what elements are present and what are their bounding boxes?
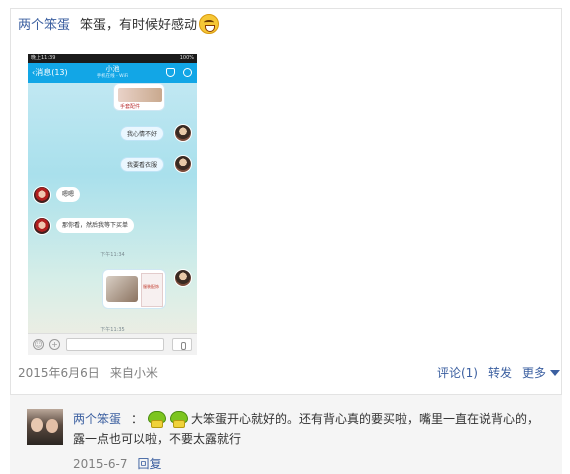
post-header: 两个笨蛋 笨蛋，有时候好感动 bbox=[18, 14, 220, 36]
phone-status-bar: 晚上11:39 100% bbox=[28, 54, 197, 63]
post-actions: 评论(1) 转发 更多 bbox=[427, 364, 560, 382]
chat-input-field bbox=[66, 338, 164, 351]
sandal-photo bbox=[106, 276, 138, 302]
microphone-icon bbox=[172, 338, 192, 351]
repost-link[interactable]: 转发 bbox=[488, 366, 512, 380]
post-source: 来自小米 bbox=[109, 366, 158, 380]
top-card-label: 手套配件 bbox=[120, 104, 141, 110]
post-date[interactable]: 2015年6月6日 bbox=[18, 366, 100, 380]
chat-bubble-received: 嗯嗯 bbox=[56, 187, 81, 202]
plus-icon: + bbox=[49, 339, 60, 350]
chat-bubble-sent: 我心情不好 bbox=[120, 126, 165, 141]
phone-battery-text: 100% bbox=[179, 55, 194, 61]
comment-date: 2015-6-7 bbox=[73, 457, 128, 471]
chat-image-card-top: 手套配件 bbox=[113, 83, 165, 111]
comment-author-link[interactable]: 两个笨蛋 bbox=[73, 412, 121, 426]
comment-section: 两个笨蛋：大笨蛋开心就好的。还有背心真的要买啦，嘴里一直在说背心的，露一点也可以… bbox=[10, 394, 562, 474]
chat-image-card: 服装配饰 bbox=[102, 269, 166, 309]
chat-input-bar: ☺ + bbox=[28, 333, 197, 355]
chat-avatar-contact bbox=[33, 186, 51, 204]
comment-colon: ： bbox=[131, 412, 144, 426]
chat-avatar-self bbox=[174, 124, 192, 142]
chat-avatar-self bbox=[174, 155, 192, 173]
person-icon bbox=[183, 68, 192, 77]
comment-body: 两个笨蛋：大笨蛋开心就好的。还有背心真的要买啦，嘴里一直在说背心的，露一点也可以… bbox=[73, 409, 543, 449]
emoji-face-icon: ☺ bbox=[33, 339, 44, 350]
post-text: 笨蛋，有时候好感动 bbox=[80, 18, 198, 33]
caret-down-icon bbox=[550, 370, 560, 376]
chat-bubble-sent: 我要看衣服 bbox=[120, 157, 165, 172]
frog-emoji-icon bbox=[147, 409, 167, 428]
comment-link[interactable]: 评论(1) bbox=[437, 366, 478, 380]
phone-status-time: 晚上11:39 bbox=[31, 55, 56, 61]
more-label: 更多 bbox=[521, 366, 546, 380]
comment-meta: 2015-6-7 回复 bbox=[73, 455, 161, 472]
chat-bubble-received: 那你看，然后我等下买单 bbox=[56, 218, 135, 233]
chat-nav-bar: ‹消息(13) 小池 手机在线 - WiFi bbox=[28, 63, 197, 83]
more-link[interactable]: 更多 bbox=[522, 366, 560, 380]
post-author-link[interactable]: 两个笨蛋 bbox=[18, 18, 70, 33]
reply-link[interactable]: 回复 bbox=[137, 457, 161, 471]
post-meta: 2015年6月6日 来自小米 评论(1) 转发 更多 bbox=[18, 364, 560, 382]
product-card-label: 服装配饰 bbox=[143, 284, 159, 289]
chat-avatar-self bbox=[174, 269, 192, 287]
phone-call-icon bbox=[166, 68, 175, 77]
crying-laugh-emoji-icon bbox=[199, 14, 220, 34]
chat-avatar-contact bbox=[33, 217, 51, 235]
frog-emoji-icon bbox=[169, 409, 189, 428]
chat-timestamp: 下午11:35 bbox=[100, 327, 125, 333]
product-image bbox=[118, 88, 162, 102]
post-image-phone-screenshot[interactable]: 晚上11:39 100% ‹消息(13) 小池 手机在线 - WiFi 手套配件… bbox=[28, 54, 197, 355]
chat-timestamp: 下午11:34 bbox=[100, 252, 125, 258]
comment-avatar[interactable] bbox=[27, 409, 63, 445]
product-preview bbox=[141, 273, 163, 307]
